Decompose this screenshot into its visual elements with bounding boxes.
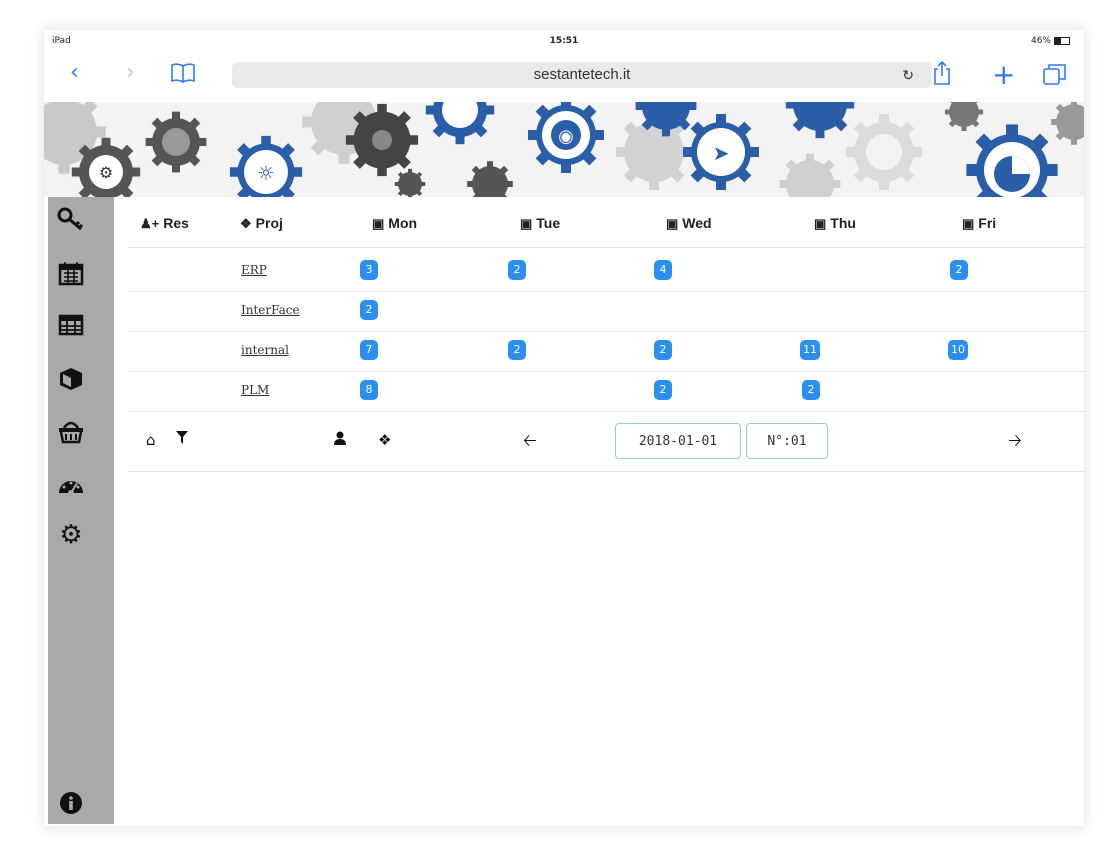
- gear-icon[interactable]: ⚙: [54, 519, 88, 551]
- gears-banner: ⚙ ☼ ◉ ➤: [44, 102, 1084, 197]
- gears-illustration: ⚙ ☼ ◉ ➤: [44, 102, 1084, 197]
- cube-icon: ❖: [240, 216, 252, 231]
- svg-text:➤: ➤: [713, 141, 730, 165]
- prev-week-arrow-icon[interactable]: 🡠: [523, 428, 537, 457]
- hours-badge-wed[interactable]: 4: [654, 260, 672, 280]
- ipad-screen: iPad 15:51 46% ‹ › sestantetech.it ↻ + ⚙…: [44, 30, 1084, 826]
- col-thu[interactable]: ▣ Thu: [814, 215, 856, 232]
- hours-badge-tue[interactable]: 2: [508, 340, 526, 360]
- svg-text:☼: ☼: [257, 161, 275, 185]
- cube-icon[interactable]: [54, 363, 88, 395]
- filter-icon[interactable]: [176, 431, 188, 449]
- hours-badge-mon[interactable]: 3: [360, 260, 378, 280]
- key-icon[interactable]: [54, 203, 88, 235]
- hours-badge-fri[interactable]: 10: [948, 340, 968, 360]
- browser-toolbar: ‹ › sestantetech.it ↻ +: [44, 50, 1084, 102]
- hours-badge-mon[interactable]: 8: [360, 380, 378, 400]
- tabs-icon[interactable]: [1042, 62, 1068, 92]
- hours-badge-mon[interactable]: 7: [360, 340, 378, 360]
- sidebar: ⚙: [48, 197, 114, 824]
- project-link[interactable]: internal: [241, 343, 289, 357]
- col-proj[interactable]: ❖ Proj: [240, 215, 283, 232]
- col-res[interactable]: ♟+ Res: [140, 215, 189, 232]
- address-bar[interactable]: sestantetech.it ↻: [232, 62, 932, 88]
- basket-icon[interactable]: [54, 415, 88, 447]
- back-icon[interactable]: ‹: [70, 60, 79, 85]
- hours-badge-thu[interactable]: 2: [802, 380, 820, 400]
- svg-text:◉: ◉: [558, 126, 574, 147]
- table-row: ERP 3 2 4 2: [128, 251, 1084, 292]
- table-icon[interactable]: [54, 309, 88, 341]
- dashboard-icon[interactable]: [54, 469, 88, 501]
- col-mon[interactable]: ▣ Mon: [372, 215, 417, 232]
- calendar-plus-icon: ▣: [962, 216, 975, 231]
- calendar-plus-icon: ▣: [520, 216, 533, 231]
- forward-icon[interactable]: ›: [126, 60, 135, 85]
- add-user-icon: ♟+: [140, 216, 160, 231]
- home-icon[interactable]: ⌂: [146, 431, 156, 449]
- col-res-label: Res: [163, 215, 189, 231]
- svg-text:⚙: ⚙: [99, 163, 113, 182]
- info-icon[interactable]: [54, 787, 88, 819]
- date-field[interactable]: 2018-01-01: [615, 423, 741, 459]
- table-row: PLM 8 2 2: [128, 371, 1084, 412]
- col-wed-label: Wed: [682, 215, 712, 231]
- url-text: sestantetech.it: [533, 66, 631, 83]
- col-fri[interactable]: ▣ Fri: [962, 215, 996, 232]
- bookmarks-icon[interactable]: [170, 62, 196, 90]
- hours-badge-fri[interactable]: 2: [950, 260, 968, 280]
- status-bar: iPad 15:51 46%: [44, 30, 1084, 50]
- col-tue-label: Tue: [536, 215, 561, 231]
- col-proj-label: Proj: [255, 215, 283, 231]
- table-row: internal 7 2 2 11 10: [128, 331, 1084, 372]
- hours-badge-thu[interactable]: 11: [800, 340, 820, 360]
- calendar-plus-icon: ▣: [372, 216, 385, 231]
- col-mon-label: Mon: [388, 215, 418, 231]
- calendar-plus-icon: ▣: [814, 216, 827, 231]
- table-row: InterFace 2: [128, 291, 1084, 332]
- new-tab-icon[interactable]: +: [992, 58, 1015, 91]
- calendar-plus-icon: ▣: [666, 216, 679, 231]
- next-week-arrow-icon[interactable]: 🡢: [1008, 428, 1022, 457]
- col-wed[interactable]: ▣ Wed: [666, 215, 712, 232]
- battery-status: 46%: [1031, 36, 1070, 46]
- reload-icon[interactable]: ↻: [902, 62, 914, 88]
- planner-header: ♟+ Res ❖ Proj ▣ Mon ▣ Tue ▣ Wed ▣ Thu ▣ Fri: [128, 197, 1084, 248]
- project-link[interactable]: ERP: [241, 263, 267, 277]
- hours-badge-wed[interactable]: 2: [654, 380, 672, 400]
- col-thu-label: Thu: [830, 215, 856, 231]
- user-icon[interactable]: [334, 431, 346, 449]
- cube-icon[interactable]: ❖: [378, 431, 391, 449]
- project-link[interactable]: PLM: [241, 383, 269, 397]
- share-icon[interactable]: [932, 60, 952, 92]
- planner-footer: ⌂ ❖ 🡠 2018-01-01 N°:01 🡢: [128, 411, 1084, 472]
- clock: 15:51: [549, 36, 579, 46]
- col-tue[interactable]: ▣ Tue: [520, 215, 560, 232]
- hours-badge-mon[interactable]: 2: [360, 300, 378, 320]
- hours-badge-wed[interactable]: 2: [654, 340, 672, 360]
- week-number-field[interactable]: N°:01: [746, 423, 828, 459]
- hours-badge-tue[interactable]: 2: [508, 260, 526, 280]
- battery-percent: 46%: [1030, 36, 1051, 46]
- col-fri-label: Fri: [978, 215, 997, 231]
- project-link[interactable]: InterFace: [241, 303, 300, 317]
- calendar-icon[interactable]: [54, 257, 88, 289]
- battery-icon: [1054, 36, 1070, 45]
